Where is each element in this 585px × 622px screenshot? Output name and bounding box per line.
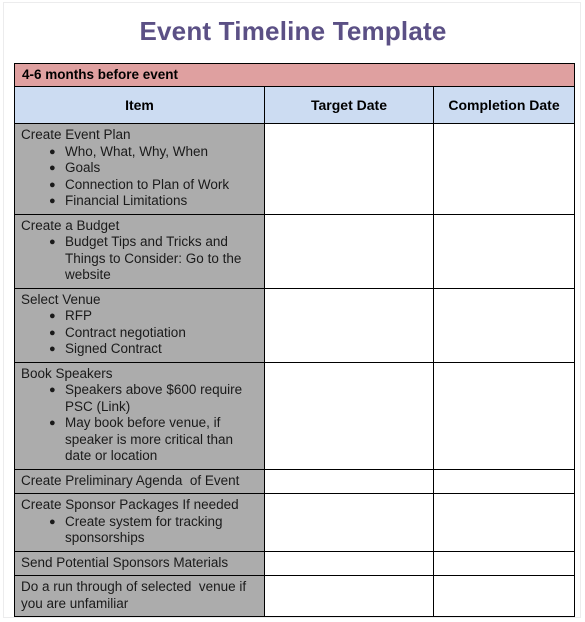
item-bullet: ● Speakers above $600 require PSC (Link)	[49, 382, 260, 415]
target-date-cell[interactable]	[264, 361, 434, 470]
table-row: Select Venue ● RFP ● Contract negotiation ● Si…	[14, 287, 576, 363]
bullet-dot-icon: ●	[49, 195, 56, 207]
target-date-cell[interactable]	[264, 493, 434, 552]
target-date-cell[interactable]	[264, 287, 434, 363]
timeline-table-container: 4-6 months before event Item Target Date…	[13, 63, 576, 617]
table-row: Create a Budget ● Budget Tips and Tricks a…	[14, 213, 576, 289]
event-timeline-table: 4-6 months before event Item Target Date…	[13, 63, 576, 617]
section-band-label: 4-6 months before event	[13, 63, 576, 87]
item-cell: Create Sponsor Packages If needed ● Create…	[14, 493, 265, 552]
table-body: 4-6 months before event Item Target Date…	[13, 63, 576, 617]
item-bullet: ● Connection to Plan of Work	[49, 176, 260, 194]
section-band-row: 4-6 months before event	[13, 63, 576, 87]
item-bullet-text: Budget Tips and Tricks and Things to Con…	[65, 234, 246, 282]
bullet-dot-icon: ●	[49, 417, 56, 429]
column-header-completion-date: Completion Date	[432, 86, 576, 124]
completion-date-cell[interactable]	[432, 361, 576, 470]
page-title: Event Timeline Template	[139, 16, 447, 46]
table-row: Book Speakers ● Speakers above $600 requir…	[14, 361, 576, 470]
item-cell: Select Venue ● RFP ● Contract negotiation ● Si…	[14, 287, 265, 363]
item-bullet: ● Who, What, Why, When	[49, 143, 260, 161]
item-lead-text: Create a Budget	[21, 217, 120, 233]
table-row: Send Potential Sponsors Materials	[14, 550, 576, 576]
item-bullet-text: Create system for tracking sponsorships	[65, 513, 227, 546]
completion-date-cell[interactable]	[432, 550, 576, 576]
item-bullet-list: ● Budget Tips and Tricks and Things to Co…	[21, 234, 260, 284]
item-bullet-list: ● Who, What, Why, When ● Goals ● Connection t…	[21, 144, 260, 210]
item-cell: Send Potential Sponsors Materials	[14, 550, 265, 576]
item-bullet-text: Signed Contract	[65, 341, 162, 356]
item-cell: Create a Budget ● Budget Tips and Tricks a…	[14, 213, 265, 289]
item-lead-text: Create Event Plan	[21, 127, 131, 142]
item-bullet-list: ● Create system for tracking sponsorships	[21, 514, 260, 547]
item-bullet: ● May book before venue, if speaker is mo…	[49, 415, 260, 465]
column-header-target-date: Target Date	[264, 86, 434, 124]
item-lead-text: Create Preliminary Agenda of Event	[21, 472, 240, 488]
completion-date-cell[interactable]	[432, 287, 576, 363]
item-bullet-text: Who, What, Why, When	[65, 143, 209, 159]
bullet-dot-icon: ●	[49, 310, 56, 322]
item-bullet-text: Connection to Plan of Work	[65, 176, 230, 192]
item-bullet-text: Contract negotiation	[65, 324, 186, 340]
target-date-cell[interactable]	[264, 468, 434, 494]
item-bullet-text: Speakers above $600 require PSC (Link)	[65, 382, 246, 414]
table-row: Do a run through of selected venue if yo…	[14, 575, 576, 617]
item-lead-text: Send Potential Sponsors Materials	[21, 554, 229, 570]
bullet-dot-icon: ●	[49, 343, 56, 355]
completion-date-cell[interactable]	[432, 123, 576, 215]
target-date-cell[interactable]	[264, 213, 434, 289]
target-date-cell[interactable]	[264, 550, 434, 576]
bullet-dot-icon: ●	[49, 145, 56, 158]
table-row: Create Event Plan ● Who, What, Why, When ● G…	[14, 123, 576, 215]
item-bullet-list: ● Speakers above $600 require PSC (Link) ●…	[21, 382, 260, 465]
item-bullet: ● Contract negotiation	[49, 324, 260, 342]
item-bullet: ● Budget Tips and Tricks and Things to Co…	[49, 234, 260, 284]
completion-date-cell[interactable]	[432, 468, 576, 494]
item-lead-text: Create Sponsor Packages If needed	[21, 497, 239, 512]
completion-date-cell[interactable]	[432, 493, 576, 552]
bullet-dot-icon: ●	[49, 162, 56, 174]
item-lead-text: Book Speakers	[21, 365, 113, 381]
item-cell: Book Speakers ● Speakers above $600 requir…	[14, 361, 265, 470]
item-bullet: ● Create system for tracking sponsorships	[49, 513, 260, 547]
item-cell: Create Preliminary Agenda of Event	[14, 468, 265, 494]
completion-date-cell[interactable]	[432, 575, 576, 617]
item-bullet-text: RFP	[65, 308, 92, 323]
item-bullet-text: Goals	[65, 160, 101, 175]
completion-date-cell[interactable]	[432, 213, 576, 289]
item-bullet-list: ● RFP ● Contract negotiation ● Signed Contrac…	[21, 308, 260, 358]
bullet-dot-icon: ●	[49, 178, 56, 191]
document-page: Event Timeline Template 4-6 months befor…	[3, 2, 581, 618]
bullet-dot-icon: ●	[49, 236, 56, 248]
table-row: Create Sponsor Packages If needed ● Create…	[14, 493, 576, 552]
item-bullet-text: Financial Limitations	[65, 193, 188, 208]
item-bullet: ● Goals	[49, 160, 260, 177]
item-bullet: ● RFP	[49, 308, 260, 325]
item-cell: Do a run through of selected venue if yo…	[14, 575, 265, 617]
column-header-item: Item	[14, 86, 265, 124]
target-date-cell[interactable]	[264, 123, 434, 215]
bullet-dot-icon: ●	[49, 384, 56, 396]
item-cell: Create Event Plan ● Who, What, Why, When ● G…	[14, 123, 265, 215]
table-row: Create Preliminary Agenda of Event	[14, 468, 576, 494]
target-date-cell[interactable]	[264, 575, 434, 617]
item-bullet: ● Financial Limitations	[49, 193, 260, 210]
item-bullet: ● Signed Contract	[49, 341, 260, 358]
table-header-row: Item Target Date Completion Date	[14, 86, 576, 124]
item-lead-text: Do a run through of selected venue if yo…	[21, 579, 250, 611]
item-bullet-text: May book before venue, if speaker is mor…	[65, 415, 237, 463]
item-lead-text: Select Venue	[21, 291, 101, 307]
bullet-dot-icon: ●	[49, 515, 56, 528]
bullet-dot-icon: ●	[49, 326, 56, 339]
